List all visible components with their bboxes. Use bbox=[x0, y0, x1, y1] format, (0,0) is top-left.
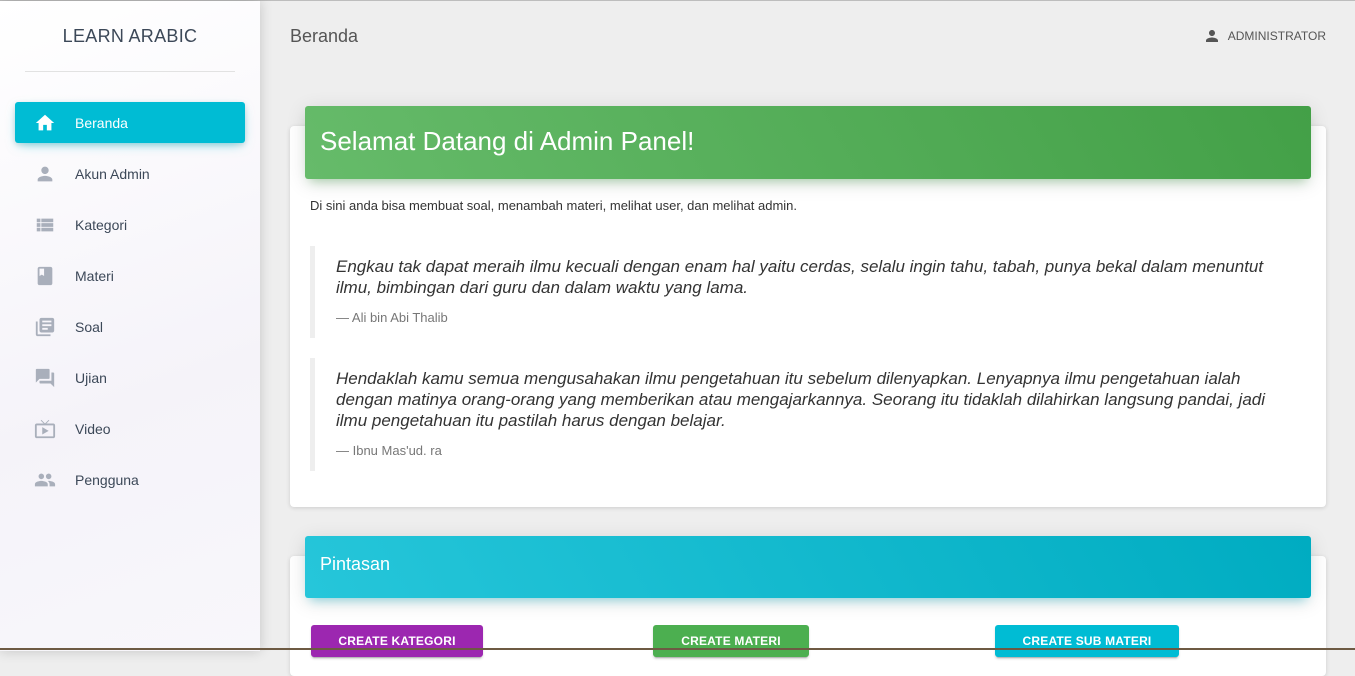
sidebar: LEARN ARABIC Beranda Akun Admin Kategori… bbox=[0, 1, 260, 651]
sidebar-item-label: Soal bbox=[75, 318, 104, 335]
sidebar-item-ujian[interactable]: Ujian bbox=[15, 357, 245, 398]
sidebar-item-label: Materi bbox=[75, 267, 114, 284]
quote-block: Engkau tak dapat meraih ilmu kecuali den… bbox=[310, 246, 1300, 338]
sidebar-item-akun-admin[interactable]: Akun Admin bbox=[15, 153, 245, 194]
user-menu[interactable]: ADMINISTRATOR bbox=[1203, 27, 1326, 45]
sidebar-item-materi[interactable]: Materi bbox=[15, 255, 245, 296]
live-tv-icon bbox=[33, 417, 57, 441]
create-sub-materi-button[interactable]: CREATE SUB MATERI bbox=[995, 625, 1179, 657]
sidebar-item-label: Akun Admin bbox=[75, 165, 150, 182]
quote-block: Hendaklah kamu semua mengusahakan ilmu p… bbox=[310, 358, 1300, 471]
forum-icon bbox=[33, 366, 57, 390]
welcome-intro: Di sini anda bisa membuat soal, menambah… bbox=[310, 198, 798, 213]
quote-text: Hendaklah kamu semua mengusahakan ilmu p… bbox=[336, 369, 1265, 430]
home-icon bbox=[33, 111, 57, 135]
welcome-title: Selamat Datang di Admin Panel! bbox=[320, 126, 695, 156]
sidebar-item-soal[interactable]: Soal bbox=[15, 306, 245, 347]
shortcuts-title: Pintasan bbox=[320, 554, 391, 574]
create-kategori-button[interactable]: CREATE KATEGORI bbox=[311, 625, 483, 657]
sidebar-item-label: Beranda bbox=[75, 114, 128, 131]
library-books-icon bbox=[33, 315, 57, 339]
quote-author: — Ali bin Abi Thalib bbox=[336, 310, 448, 325]
page-title[interactable]: Beranda bbox=[290, 26, 358, 47]
quote-author: — Ibnu Mas'ud. ra bbox=[336, 443, 442, 458]
sidebar-item-pengguna[interactable]: Pengguna bbox=[15, 459, 245, 500]
sidebar-item-label: Pengguna bbox=[75, 471, 139, 488]
top-navbar: Beranda ADMINISTRATOR bbox=[260, 1, 1355, 71]
shortcuts-card-header: Pintasan bbox=[305, 536, 1311, 598]
person-icon bbox=[33, 162, 57, 186]
person-icon bbox=[1205, 30, 1218, 42]
create-materi-button[interactable]: CREATE MATERI bbox=[653, 625, 809, 657]
people-icon bbox=[33, 468, 57, 492]
brand-logo-text[interactable]: LEARN ARABIC bbox=[25, 1, 235, 72]
sidebar-nav: Beranda Akun Admin Kategori Materi Soal … bbox=[0, 102, 260, 500]
sidebar-item-beranda[interactable]: Beranda bbox=[15, 102, 245, 143]
book-icon bbox=[33, 264, 57, 288]
list-icon bbox=[33, 213, 57, 237]
welcome-card-header: Selamat Datang di Admin Panel! bbox=[305, 106, 1311, 179]
user-name: ADMINISTRATOR bbox=[1227, 29, 1326, 43]
sidebar-item-label: Kategori bbox=[75, 216, 128, 233]
quote-text: Engkau tak dapat meraih ilmu kecuali den… bbox=[336, 257, 1264, 297]
sidebar-item-kategori[interactable]: Kategori bbox=[15, 204, 245, 245]
shortcuts-card: Pintasan CREATE KATEGORI CREATE MATERI C… bbox=[290, 536, 1326, 676]
welcome-card: Selamat Datang di Admin Panel! Di sini a… bbox=[290, 106, 1326, 507]
sidebar-item-label: Ujian bbox=[75, 369, 107, 386]
sidebar-item-video[interactable]: Video bbox=[15, 408, 245, 449]
sidebar-item-label: Video bbox=[75, 420, 111, 437]
